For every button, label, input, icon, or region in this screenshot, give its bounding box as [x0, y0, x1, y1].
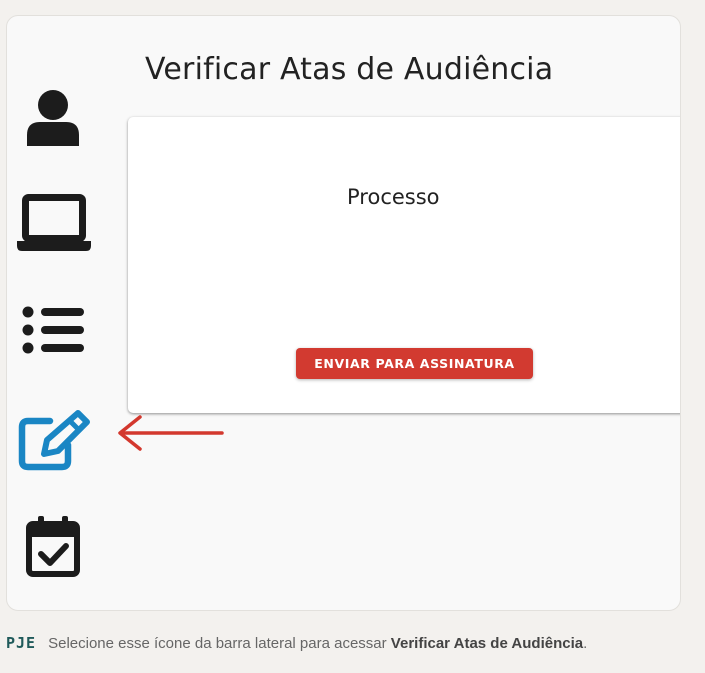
send-for-signature-button[interactable]: ENVIAR PARA ASSINATURA [296, 348, 533, 379]
card-title: Processo [347, 185, 440, 209]
brand-label: PJE [6, 634, 37, 652]
laptop-icon[interactable] [16, 193, 92, 253]
process-card: Processo ENVIAR PARA ASSINATURA [128, 117, 680, 413]
calendar-check-icon[interactable] [25, 514, 81, 578]
list-icon[interactable] [22, 306, 86, 356]
caption: PJE Selecione esse ícone da barra lateral… [6, 634, 587, 652]
screenshot-frame: Verificar Atas de Audiência Processo ENV… [6, 15, 681, 611]
caption-end: . [583, 635, 588, 652]
caption-highlight: Verificar Atas de Audiência [390, 635, 584, 652]
page-title: Verificar Atas de Audiência [145, 52, 554, 87]
edit-icon[interactable] [18, 409, 90, 473]
arrow-pointer-icon [118, 415, 224, 451]
user-icon[interactable] [26, 88, 80, 148]
caption-text: Selecione esse ícone da barra lateral pa… [48, 635, 391, 652]
